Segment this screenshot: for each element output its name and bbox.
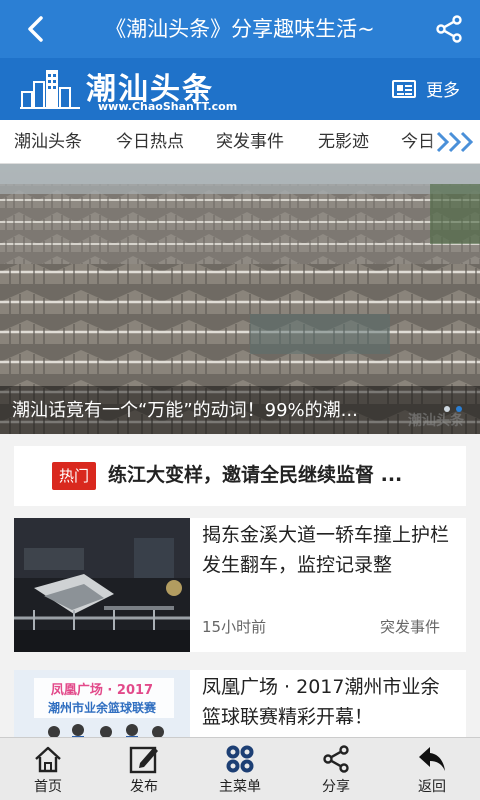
news-thumbnail-image [14, 518, 190, 652]
news-title: 凤凰广场 · 2017潮州市业余篮球联赛精彩开幕！ [202, 676, 440, 728]
share-icon [323, 745, 349, 773]
news-category: 突发事件 [379, 618, 440, 636]
nav-share-label: 分享 [322, 779, 350, 795]
news-item[interactable]: 揭东金溪大道一轿车撞上护栏发生翻车，监控记录整 15小时前 突发事件 [14, 518, 466, 652]
nav-home-label: 首页 [34, 779, 62, 795]
news-title: 揭东金溪大道一轿车撞上护栏发生翻车，监控记录整 [202, 524, 450, 576]
nav-return[interactable]: 返回 [384, 738, 480, 800]
tabs-scroll-button[interactable] [428, 120, 480, 163]
app-bar: 《潮汕头条》分享趣味生活~ [0, 0, 480, 58]
more-button[interactable]: 更多 [392, 76, 460, 101]
nav-share[interactable]: 分享 [288, 738, 384, 800]
thumb-banner-subtitle: 潮州市业余篮球联赛 [48, 700, 157, 715]
double-chevron-right-icon [436, 131, 474, 153]
nav-publish[interactable]: 发布 [96, 738, 192, 800]
news-doc-icon [392, 79, 416, 98]
edit-icon [129, 746, 158, 774]
thumb-banner-title: 凤凰广场 · 2017 [51, 682, 153, 698]
hero-dot[interactable] [444, 406, 450, 412]
nav-home[interactable]: 首页 [0, 738, 96, 800]
tab-chaoshan-toutiao[interactable]: 潮汕头条 [14, 120, 82, 163]
hero-caption: 潮汕话竟有一个“万能”的动词！99%的潮... [12, 400, 358, 421]
share-button[interactable] [432, 12, 466, 46]
return-arrow-icon [419, 747, 445, 771]
menu-grid-icon [226, 745, 254, 773]
back-button[interactable] [18, 12, 52, 46]
hot-news-strip[interactable]: 热门 练江大变样，邀请全民继续监督 ... [14, 446, 466, 506]
tab-wuyingji[interactable]: 无影迹 [318, 120, 369, 163]
share-icon [436, 15, 462, 43]
more-label: 更多 [426, 81, 460, 101]
news-thumbnail-image: 凤凰广场 · 2017 潮州市业余篮球联赛 [14, 670, 190, 742]
home-icon [35, 746, 61, 773]
hot-headline: 练江大变样，邀请全民继续监督 ... [108, 464, 403, 486]
brand-url: www.ChaoShanTT.com [98, 100, 238, 113]
nav-publish-label: 发布 [130, 779, 158, 795]
tab-breaking[interactable]: 突发事件 [216, 120, 284, 163]
hero-pagination [444, 406, 462, 412]
skyline-logo-icon [20, 70, 80, 109]
bottom-nav: 首页 发布 主菜单 分享 返回 [0, 737, 480, 800]
news-thumbnail [14, 518, 190, 652]
brand-bar: 潮汕头条 www.ChaoShanTT.com 更多 [0, 58, 480, 120]
news-item[interactable]: 凤凰广场 · 2017 潮州市业余篮球联赛 凤凰广场 · 2017潮州市业余篮球… [14, 670, 466, 742]
hero-banner[interactable]: 潮汕头条 潮汕话竟有一个“万能”的动词！99%的潮... [0, 164, 480, 434]
site-logo[interactable]: 潮汕头条 www.ChaoShanTT.com [20, 64, 280, 116]
nav-main-menu-label: 主菜单 [219, 779, 261, 795]
tab-today-hot[interactable]: 今日热点 [116, 120, 184, 163]
category-tabs: 潮汕头条 今日热点 突发事件 无影迹 今日 [0, 120, 480, 164]
hero-dot-active[interactable] [456, 406, 462, 412]
app-title: 《潮汕头条》分享趣味生活~ [105, 17, 375, 41]
news-thumbnail: 凤凰广场 · 2017 潮州市业余篮球联赛 [14, 670, 190, 742]
nav-main-menu[interactable]: 主菜单 [192, 738, 288, 800]
nav-return-label: 返回 [418, 779, 446, 795]
news-time: 15小时前 [202, 618, 267, 636]
hot-badge: 热门 [52, 462, 96, 490]
back-chevron-icon [28, 16, 43, 42]
